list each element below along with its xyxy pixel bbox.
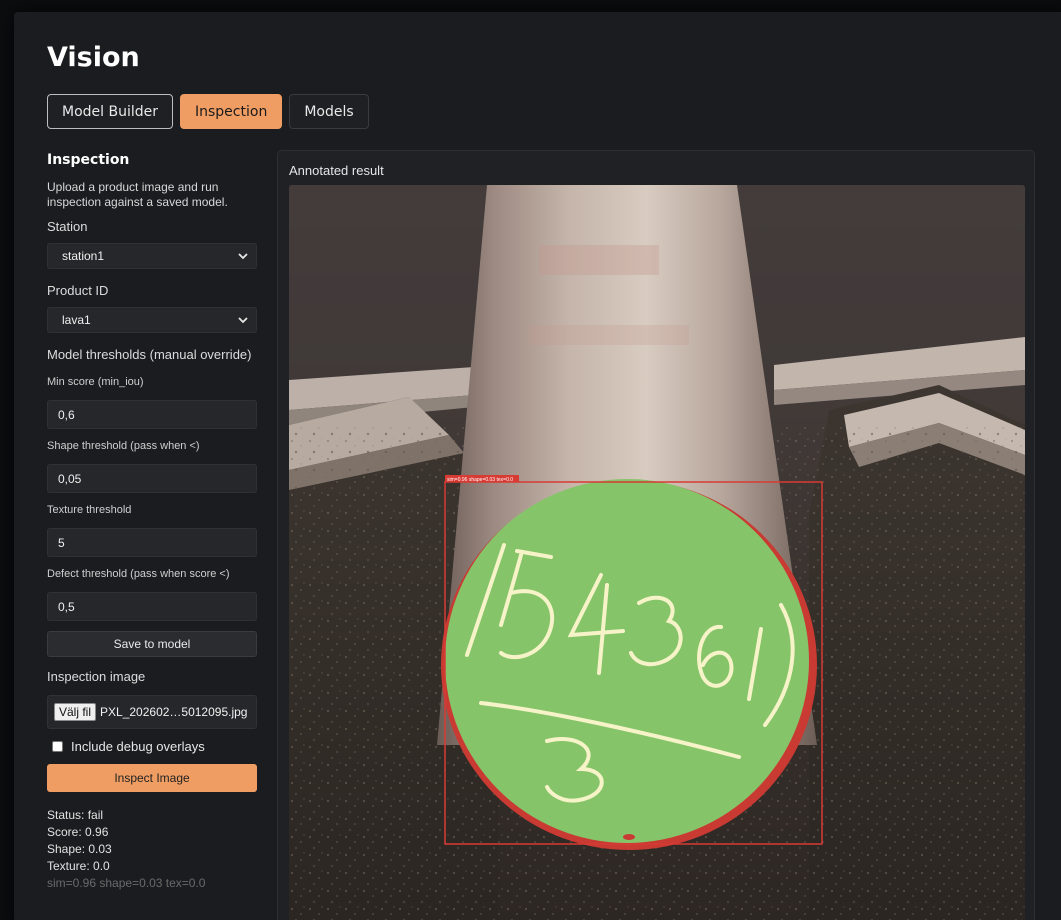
score-text: Score: 0.96 (47, 825, 109, 839)
debug-overlays-toggle[interactable]: Include debug overlays (47, 739, 257, 754)
inspection-sidebar: Inspection Upload a product image and ru… (47, 152, 257, 892)
min-score-input[interactable]: 0,6 (47, 400, 257, 429)
min-score-label: Min score (min_iou) (47, 376, 144, 388)
choose-file-button[interactable]: Välj fil (54, 703, 97, 721)
inspect-image-button[interactable]: Inspect Image (47, 764, 257, 792)
result-summary: Status: fail Score: 0.96 Shape: 0.03 Tex… (47, 807, 257, 892)
debug-overlays-checkbox[interactable] (52, 741, 63, 752)
panel-title: Annotated result (289, 163, 384, 178)
save-to-model-button[interactable]: Save to model (47, 631, 257, 657)
page-title: Vision (47, 42, 140, 73)
inspection-image-label: Inspection image (47, 669, 146, 684)
summary-text: sim=0.96 shape=0.03 tex=0.0 (47, 876, 206, 890)
texture-text: Texture: 0.0 (47, 859, 110, 873)
annotated-image-canvas: sim=0.96 shape=0.03 tex=0.0 (289, 185, 1025, 920)
result-panel: Annotated result sim=0.96 shape=0.03 tex… (277, 150, 1035, 920)
annotated-image: sim=0.96 shape=0.03 tex=0.0 (289, 185, 1025, 920)
texture-threshold-label: Texture threshold (47, 504, 132, 516)
shape-threshold-label: Shape threshold (pass when <) (47, 440, 200, 452)
tab-models[interactable]: Models (289, 94, 369, 129)
chevron-down-icon (238, 317, 248, 324)
debug-overlays-label: Include debug overlays (71, 739, 205, 754)
section-description: Upload a product image and run inspectio… (47, 180, 228, 209)
section-title: Inspection (47, 152, 130, 168)
tab-inspection[interactable]: Inspection (180, 94, 283, 129)
texture-threshold-input[interactable]: 5 (47, 528, 257, 557)
tab-bar: Model Builder Inspection Models (47, 94, 369, 129)
station-select-value: station1 (62, 249, 105, 263)
shape-text: Shape: 0.03 (47, 842, 112, 856)
defect-threshold-label: Defect threshold (pass when score <) (47, 568, 230, 580)
station-select[interactable]: station1 (47, 243, 257, 269)
detection-label: sim=0.96 shape=0.03 tex=0.0 (447, 477, 513, 483)
defect-threshold-input[interactable]: 0,5 (47, 592, 257, 621)
product-select[interactable]: lava1 (47, 307, 257, 333)
thresholds-label: Model thresholds (manual override) (47, 347, 252, 362)
product-select-value: lava1 (62, 313, 91, 327)
tab-model-builder[interactable]: Model Builder (47, 94, 173, 129)
chevron-down-icon (238, 253, 248, 260)
product-label: Product ID (47, 283, 109, 298)
station-label: Station (47, 219, 88, 234)
file-name: PXL_202602…5012095.jpg (100, 705, 248, 719)
app-window: Vision Model Builder Inspection Models I… (14, 12, 1061, 920)
shape-threshold-input[interactable]: 0,05 (47, 464, 257, 493)
status-text: Status: fail (47, 808, 104, 822)
file-input[interactable]: Välj fil PXL_202602…5012095.jpg (47, 695, 257, 729)
